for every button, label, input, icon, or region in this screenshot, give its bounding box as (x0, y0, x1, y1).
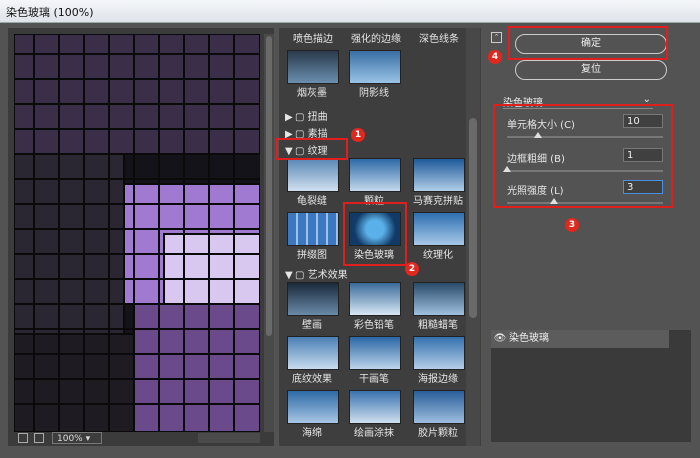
filter-label: 海报边缘 (418, 374, 458, 385)
filter-thumbnail[interactable] (349, 390, 401, 424)
preview-panel (8, 28, 274, 446)
annotation-box-ok (508, 26, 668, 60)
filter-label: 壁画 (302, 320, 322, 331)
effect-layer[interactable]: 👁 染色玻璃 (491, 330, 669, 348)
preview-vertical-scrollbar[interactable] (264, 34, 274, 432)
annotation-box-stained-glass (343, 202, 407, 266)
stained-glass-preview (14, 34, 260, 432)
effect-layers-panel: 👁 染色玻璃 (491, 330, 691, 442)
filter-label: 胶片颗粒 (418, 428, 458, 439)
annotation-badge: 1 (351, 128, 365, 142)
reset-button[interactable]: 复位 (515, 60, 667, 80)
filter-label: 纹理化 (423, 250, 453, 261)
filter-thumbnail[interactable] (287, 336, 339, 370)
filter-thumbnail[interactable] (349, 282, 401, 316)
preview-bottom-bar: 100% ▾ (8, 432, 274, 446)
annotation-badge: 3 (565, 218, 579, 232)
filter-thumbnail[interactable] (413, 336, 465, 370)
filter-thumbnail[interactable] (349, 50, 401, 84)
filter-label: 龟裂缝 (297, 196, 327, 207)
filter-thumbnail[interactable] (349, 336, 401, 370)
filter-thumbnail[interactable] (287, 390, 339, 424)
annotation-badge: 4 (488, 50, 502, 64)
zoom-out-icon[interactable] (18, 433, 28, 443)
filter-thumbnail[interactable] (413, 282, 465, 316)
filter-label: 烟灰墨 (297, 88, 327, 99)
gallery-top-label: 深色线条 (419, 34, 459, 45)
filter-thumbnail[interactable] (349, 158, 401, 192)
category-artistic[interactable]: ▼ ▢ 艺术效果 (285, 266, 348, 281)
window-title: 染色玻璃 (100%) (6, 6, 94, 19)
filter-label: 拼缀图 (297, 250, 327, 261)
title-bar: 染色玻璃 (100%) (0, 0, 700, 23)
gallery-top-label: 喷色描边 (293, 34, 333, 45)
filter-label: 海绵 (302, 428, 322, 439)
filter-label: 粗糙蜡笔 (418, 320, 458, 331)
filter-thumbnail[interactable] (287, 158, 339, 192)
category-distort[interactable]: ▶ ▢ 扭曲 (285, 108, 328, 123)
filter-thumbnail[interactable] (413, 212, 465, 246)
annotation-badge: 2 (405, 262, 419, 276)
collapse-icon[interactable]: ⌃ (491, 32, 502, 43)
filter-thumbnail[interactable] (287, 282, 339, 316)
filter-thumbnail[interactable] (413, 390, 465, 424)
gallery-top-label: 强化的边缘 (351, 34, 401, 45)
filter-thumbnail[interactable] (413, 158, 465, 192)
filter-thumbnail[interactable] (287, 50, 339, 84)
filter-label: 彩色铅笔 (354, 320, 394, 331)
filter-label: 底纹效果 (292, 374, 332, 385)
eye-icon[interactable]: 👁 (491, 330, 509, 348)
filter-label: 干画笔 (359, 374, 389, 385)
zoom-select[interactable]: 100% ▾ (52, 432, 102, 444)
zoom-in-icon[interactable] (34, 433, 44, 443)
annotation-box-texture (276, 138, 348, 160)
filter-thumbnail[interactable] (287, 212, 339, 246)
filter-label: 阴影线 (359, 88, 389, 99)
filter-label: 马赛克拼贴 (413, 196, 463, 207)
gallery-scrollbar[interactable] (466, 28, 480, 446)
annotation-box-parameters (493, 104, 673, 208)
preview-image[interactable] (14, 34, 260, 432)
filter-label: 绘画涂抹 (354, 428, 394, 439)
